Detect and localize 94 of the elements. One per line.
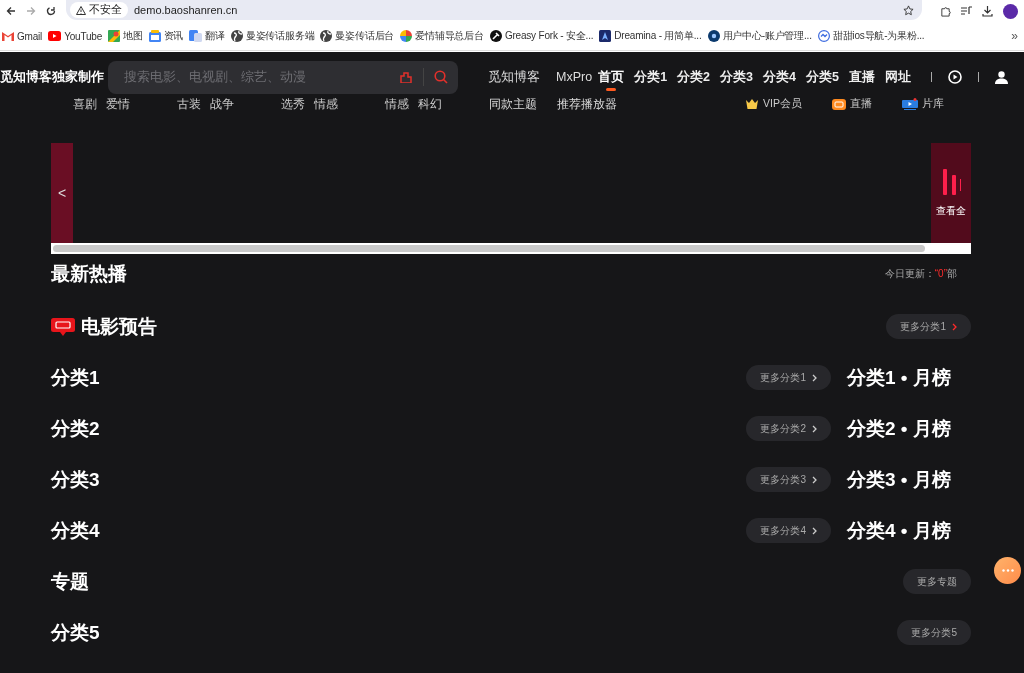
- nav-item[interactable]: 网址: [884, 63, 911, 91]
- section-title: 电影预告: [81, 314, 157, 339]
- more-button[interactable]: 更多分类3: [746, 467, 831, 492]
- hot-tag[interactable]: 情感: [385, 95, 409, 113]
- section-title: 分类5: [51, 620, 100, 645]
- view-all-label: 查看全: [936, 204, 966, 218]
- tv-icon: [51, 317, 75, 336]
- play-icon: [48, 31, 62, 41]
- bookmark[interactable]: 爱情辅导总后台: [400, 29, 484, 43]
- channel-link[interactable]: 直播: [831, 97, 872, 111]
- ranking-title: 分类3 • 月榜: [847, 467, 952, 492]
- disc-icon: [707, 30, 720, 42]
- section-title: 分类1: [51, 365, 100, 390]
- back-icon[interactable]: [6, 6, 16, 16]
- globe-icon: [230, 30, 243, 42]
- download-icon[interactable]: [982, 5, 993, 17]
- header-link[interactable]: 觅知博客: [488, 68, 556, 86]
- update-unit: 部: [947, 268, 957, 279]
- bookmark[interactable]: 甜甜ios导航-为果粉...: [817, 29, 925, 43]
- update-count: “0”: [934, 268, 947, 279]
- crown-icon: [745, 98, 759, 110]
- globe-icon: [320, 30, 333, 42]
- more-button[interactable]: 更多专题: [903, 569, 971, 594]
- section-title: 分类2: [51, 416, 100, 441]
- ranking-title: 分类1 • 月榜: [847, 365, 952, 390]
- bookmark[interactable]: YouTube: [48, 30, 103, 42]
- bookmark[interactable]: 地图: [108, 29, 143, 43]
- bookmark[interactable]: Gmail: [2, 30, 43, 42]
- ranking-title: 分类4 • 月榜: [847, 518, 952, 543]
- nav-item[interactable]: 首页: [598, 63, 625, 91]
- nav-item[interactable]: 分类3: [720, 63, 753, 91]
- hot-tag[interactable]: 喜剧: [73, 95, 97, 113]
- security-label: 不安全: [89, 3, 122, 17]
- hot-tag[interactable]: 情感: [314, 95, 338, 113]
- avatar-icon[interactable]: [1003, 3, 1018, 19]
- header-link[interactable]: 推荐播放器: [557, 95, 617, 113]
- scrollbar[interactable]: [51, 243, 971, 254]
- more-button[interactable]: 更多分类1: [886, 314, 971, 339]
- translate-icon: [189, 30, 203, 42]
- news-icon: [148, 30, 161, 42]
- mail-icon: [2, 31, 14, 41]
- channel-link[interactable]: 片库: [901, 97, 944, 111]
- nav-item[interactable]: 分类2: [677, 63, 711, 91]
- more-button[interactable]: 更多分类5: [897, 620, 971, 645]
- reload-icon[interactable]: [46, 6, 56, 16]
- warning-icon: [76, 5, 86, 15]
- bookmark[interactable]: 翻译: [189, 29, 225, 43]
- bookmark[interactable]: Dreamina - 用简单...: [599, 29, 702, 43]
- chart-icon[interactable]: [400, 71, 413, 83]
- tv-icon: [831, 98, 846, 110]
- header-link[interactable]: MxPro: [556, 70, 593, 84]
- user-icon[interactable]: [994, 70, 1008, 84]
- screen-icon: [901, 98, 918, 110]
- puzzle-icon[interactable]: [940, 5, 951, 17]
- nav-item[interactable]: 分类1: [634, 63, 668, 91]
- url-text: demo.baoshanren.cn: [134, 4, 239, 16]
- more-bookmarks[interactable]: »: [1011, 29, 1018, 43]
- hot-tag[interactable]: 爱情: [106, 95, 130, 113]
- more-options-button[interactable]: [994, 557, 1021, 584]
- channel-link[interactable]: VIP会员: [745, 97, 802, 111]
- bookmark[interactable]: Greasy Fork - 安全...: [489, 29, 594, 43]
- section-title: 最新热播: [51, 262, 127, 286]
- hot-tag[interactable]: 科幻: [418, 95, 442, 113]
- play-icon[interactable]: [947, 70, 962, 84]
- section-title: 分类3: [51, 467, 100, 492]
- section-title: 专题: [51, 569, 89, 594]
- view-all-panel[interactable]: 查看全: [931, 143, 971, 243]
- hot-tag[interactable]: 选秀: [281, 95, 305, 113]
- address-bar[interactable]: 不安全 demo.baoshanren.cn: [66, 0, 922, 20]
- hot-tag[interactable]: 战争: [210, 95, 234, 113]
- bookmark[interactable]: 曼姿传话服务端: [230, 29, 315, 43]
- bookmark[interactable]: 用户中心-账户管理...: [707, 29, 812, 43]
- section-title: 分类4: [51, 518, 100, 543]
- more-icon: [1001, 569, 1014, 572]
- bookmark[interactable]: 曼姿传话后台: [320, 29, 395, 43]
- header-link[interactable]: 同款主题: [489, 95, 537, 113]
- update-label: 今日更新：: [884, 268, 935, 279]
- previous-button[interactable]: <: [51, 143, 73, 243]
- link-icon: [817, 30, 830, 42]
- nav-item[interactable]: 分类4: [763, 63, 796, 91]
- site-logo[interactable]: 觅知博客独家制作: [0, 68, 102, 86]
- nav-item[interactable]: 直播: [848, 63, 875, 91]
- ranking-title: 分类2 • 月榜: [847, 416, 952, 441]
- bookmark[interactable]: 资讯: [148, 29, 184, 43]
- hot-tag[interactable]: 古装: [177, 95, 201, 113]
- nav-item[interactable]: 分类5: [805, 63, 839, 91]
- bars-icon: [941, 168, 961, 195]
- map-icon: [108, 30, 121, 42]
- more-button[interactable]: 更多分类1: [746, 365, 831, 390]
- swirl-icon: [400, 30, 413, 42]
- more-button[interactable]: 更多分类2: [746, 416, 831, 441]
- more-button[interactable]: 更多分类4: [746, 518, 831, 543]
- search-icon[interactable]: [434, 70, 448, 84]
- playlist-icon[interactable]: [961, 6, 972, 16]
